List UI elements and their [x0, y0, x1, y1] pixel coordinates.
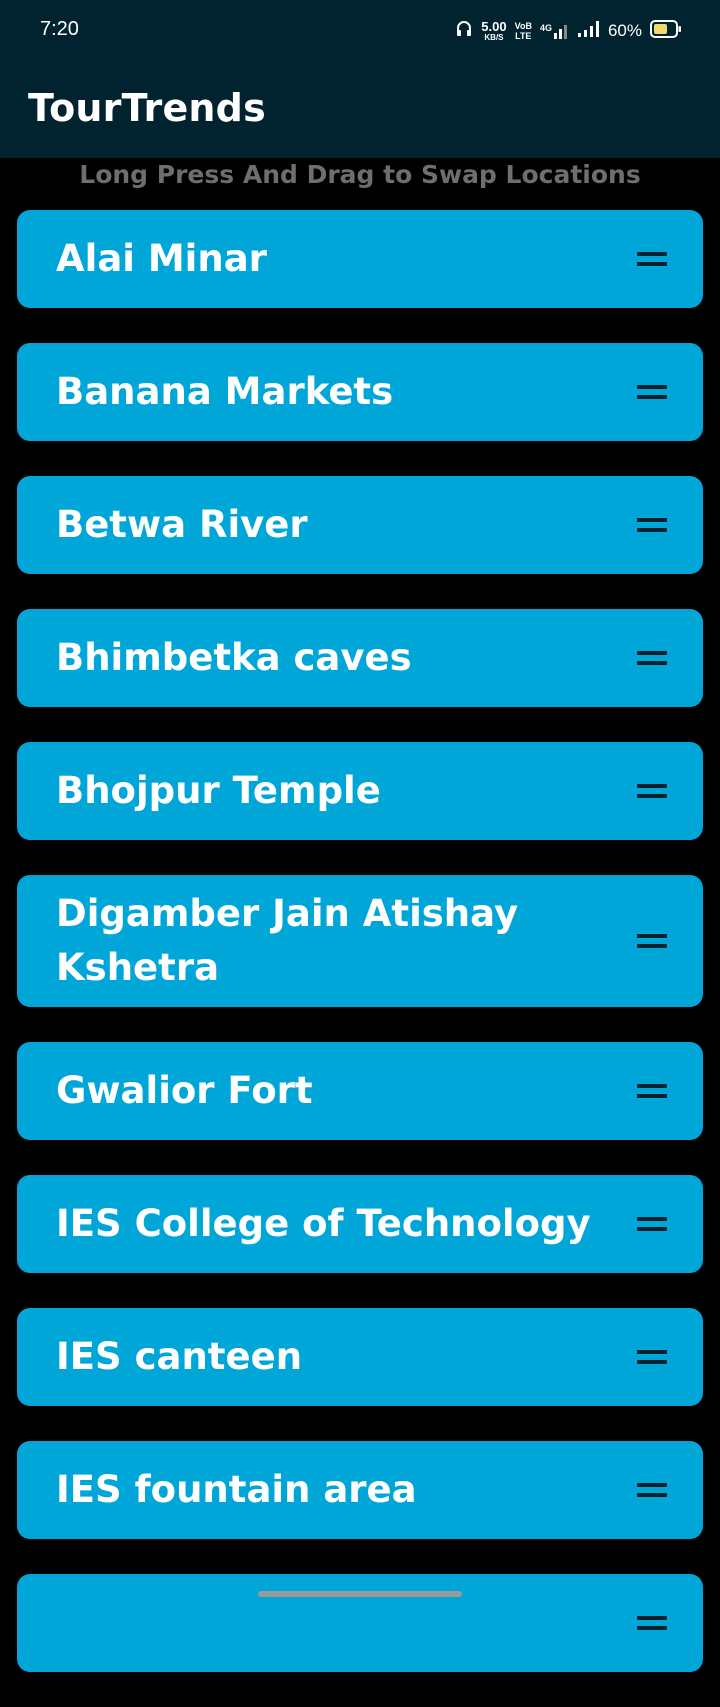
location-list: Alai Minar Banana Markets Betwa River Bhimb…	[17, 210, 703, 1707]
drag-handle-icon[interactable]	[637, 252, 667, 268]
location-name: Betwa River	[56, 503, 308, 546]
volte-bottom: LTE	[515, 31, 532, 41]
drag-handle-icon[interactable]	[637, 784, 667, 800]
location-item[interactable]: Banana Markets	[17, 343, 703, 441]
drag-handle-icon[interactable]	[637, 1483, 667, 1499]
net-speed-unit: KB/S	[484, 33, 504, 42]
status-icons: 5.00 KB/S VoB LTE 4G 60%	[455, 18, 682, 44]
location-name: Digamber Jain Atishay Kshetra	[56, 892, 519, 989]
location-name: IES canteen	[56, 1335, 303, 1378]
status-bar: 7:20 5.00 KB/S VoB LTE 4G 60%	[0, 0, 720, 62]
location-item[interactable]: Digamber Jain Atishay Kshetra	[17, 875, 703, 1007]
location-item[interactable]: Bhimbetka caves	[17, 609, 703, 707]
network-type-label: 4G	[539, 23, 552, 33]
location-item[interactable]: Betwa River	[17, 476, 703, 574]
net-speed-value: 5.00	[481, 19, 507, 34]
drag-handle-icon[interactable]	[637, 518, 667, 534]
location-name: IES fountain area	[56, 1468, 417, 1511]
network-speed: 5.00 KB/S	[481, 20, 506, 42]
signal-4g-icon: 4G	[540, 23, 570, 39]
status-time: 7:20	[40, 18, 79, 40]
location-name: Banana Markets	[56, 370, 394, 413]
battery-percent: 60%	[607, 21, 642, 40]
gesture-navigation-bar[interactable]	[258, 1591, 462, 1597]
location-item[interactable]: IES fountain area	[17, 1441, 703, 1539]
drag-handle-icon[interactable]	[637, 385, 667, 401]
drag-handle-icon[interactable]	[637, 1217, 667, 1233]
location-name: IES College of Technology	[56, 1202, 591, 1245]
location-item[interactable]: IES College of Technology	[17, 1175, 703, 1273]
location-name: Alai Minar	[56, 237, 267, 280]
volte-top: VoB	[514, 21, 532, 31]
volte-indicator: VoB LTE	[515, 21, 532, 41]
drag-handle-icon[interactable]	[637, 1084, 667, 1100]
location-item[interactable]: Alai Minar	[17, 210, 703, 308]
drag-handle-icon[interactable]	[637, 651, 667, 667]
location-name: Bhimbetka caves	[56, 636, 412, 679]
instruction-hint: Long Press And Drag to Swap Locations	[79, 160, 641, 189]
location-item[interactable]: Bhojpur Temple	[17, 742, 703, 840]
headphones-icon	[455, 20, 473, 42]
location-item[interactable]: IES canteen	[17, 1308, 703, 1406]
app-title: TourTrends	[28, 86, 266, 130]
app-bar: TourTrends	[0, 62, 720, 158]
location-name: Gwalior Fort	[56, 1069, 313, 1112]
drag-handle-icon[interactable]	[637, 934, 667, 950]
drag-handle-icon[interactable]	[637, 1616, 667, 1632]
location-item[interactable]	[17, 1574, 703, 1672]
location-name: Bhojpur Temple	[56, 769, 381, 812]
location-item[interactable]: Gwalior Fort	[17, 1042, 703, 1140]
signal-strength-icon	[577, 21, 600, 41]
drag-handle-icon[interactable]	[637, 1350, 667, 1366]
battery-icon	[650, 20, 682, 42]
